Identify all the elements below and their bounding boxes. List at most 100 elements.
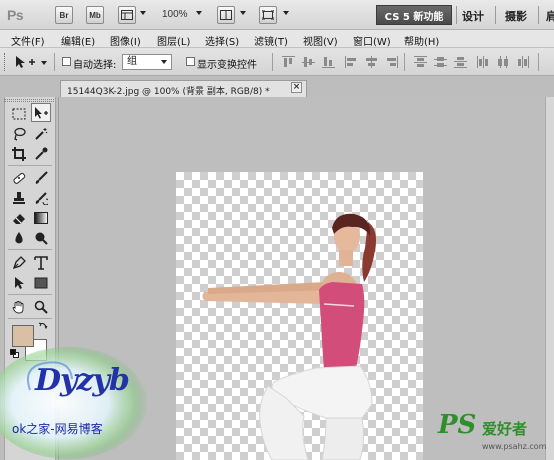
align-horizontal-centers-icon[interactable] (365, 56, 378, 68)
tools-divider (8, 318, 52, 319)
arrange-dropdown-icon[interactable] (240, 11, 246, 15)
move-icon (35, 106, 48, 118)
swap-colors-icon[interactable] (38, 321, 48, 334)
image-canvas[interactable] (176, 172, 423, 460)
distribute-top-edges-icon[interactable] (414, 56, 427, 68)
align-top-edges-icon[interactable] (282, 56, 295, 68)
align-left-edges-icon[interactable] (345, 56, 358, 68)
magic-wand-icon (35, 127, 48, 140)
menu-bar: 文件(F) 编辑(E) 图像(I) 图层(L) 选择(S) 滤镜(T) 视图(V… (0, 30, 554, 48)
screen-mode-button[interactable] (259, 6, 277, 24)
tool-preset-dropdown-icon[interactable] (41, 61, 47, 65)
launch-mini-bridge-button[interactable]: Mb (86, 6, 104, 24)
distribute-left-edges-icon[interactable] (477, 56, 490, 68)
workspace-photography[interactable]: 摄影 (505, 8, 527, 24)
distribute-bottom-edges-icon[interactable] (454, 56, 467, 68)
hand-icon (12, 300, 24, 313)
application-bar: Ps Br Mb 100% CS 5 新功能 设计 摄影 肩 (0, 0, 554, 30)
menu-layer[interactable]: 图层(L) (157, 33, 190, 48)
menu-select[interactable]: 选择(S) (205, 33, 239, 48)
view-extras-dropdown-icon[interactable] (140, 11, 146, 15)
screen-mode-dropdown-icon[interactable] (283, 11, 289, 15)
photoshop-logo: Ps (7, 7, 24, 23)
marquee-icon (12, 108, 26, 119)
menu-image[interactable]: 图像(I) (110, 33, 141, 48)
menu-file[interactable]: 文件(F) (11, 33, 45, 48)
menu-edit[interactable]: 编辑(E) (61, 33, 95, 48)
crop-icon (12, 146, 26, 161)
photo-woman-squatting (202, 213, 377, 460)
spot-healing-brush-tool[interactable] (9, 168, 29, 187)
dodge-icon (35, 232, 48, 245)
options-grip (4, 53, 6, 71)
menu-help[interactable]: 帮助(H) (404, 33, 439, 48)
type-tool[interactable] (31, 253, 51, 272)
pen-icon (12, 255, 26, 269)
options-divider (272, 53, 273, 71)
auto-select-label: 自动选择: (73, 60, 117, 71)
eyedropper-tool[interactable] (31, 144, 51, 163)
rectangle-tool[interactable] (31, 273, 51, 292)
rectangular-marquee-tool[interactable] (9, 104, 29, 123)
document-tab[interactable]: 15144Q3K-2.jpg @ 100% (背景 副本, RGB/8) * (60, 80, 307, 97)
path-selection-tool[interactable] (9, 273, 29, 292)
eraser-icon (13, 213, 25, 224)
blog-watermark-logo: Dyzyb (35, 363, 130, 398)
menu-view[interactable]: 视图(V) (303, 33, 338, 48)
menu-window[interactable]: 窗口(W) (353, 33, 391, 48)
bandage-icon (13, 172, 26, 184)
quick-selection-tool[interactable] (31, 124, 51, 143)
dropdown-arrow-icon (161, 60, 167, 64)
options-divider (404, 53, 405, 71)
move-tool-preset-icon[interactable] (13, 54, 37, 73)
brush-icon (35, 170, 48, 184)
auto-select-dropdown[interactable]: 组 (122, 54, 172, 70)
distribute-right-edges-icon[interactable] (517, 56, 530, 68)
distribute-horizontal-centers-icon[interactable] (497, 56, 510, 68)
workspace-divider (495, 6, 496, 24)
crop-tool[interactable] (9, 144, 29, 163)
water-drop-icon (15, 231, 23, 243)
workspace-cs5-new-features[interactable]: CS 5 新功能 (376, 5, 452, 25)
move-tool[interactable] (31, 103, 51, 122)
dodge-tool[interactable] (31, 228, 51, 247)
lasso-tool[interactable] (9, 124, 29, 143)
document-tab-title: 15144Q3K-2.jpg @ 100% (背景 副本, RGB/8) * (67, 87, 270, 97)
tools-divider (8, 294, 52, 295)
view-extras-button[interactable] (118, 6, 136, 24)
close-document-icon[interactable]: × (291, 82, 302, 93)
align-vertical-centers-icon[interactable] (302, 56, 315, 68)
brush-tool[interactable] (31, 168, 51, 187)
blog-watermark-text: ok之家-网易博客 (12, 422, 103, 436)
tools-divider (8, 249, 52, 250)
history-brush-tool[interactable] (31, 188, 51, 207)
launch-bridge-button[interactable]: Br (55, 6, 73, 24)
foreground-color-swatch[interactable] (12, 325, 34, 347)
zoom-level[interactable]: 100% (162, 9, 188, 20)
workspace-divider (538, 6, 539, 24)
align-bottom-edges-icon[interactable] (322, 56, 335, 68)
clone-stamp-tool[interactable] (9, 188, 29, 207)
history-brush-icon (35, 191, 48, 205)
distribute-vertical-centers-icon[interactable] (434, 56, 447, 68)
zoom-dropdown-icon[interactable] (196, 11, 202, 15)
gradient-tool[interactable] (31, 208, 51, 227)
arrange-documents-button[interactable] (217, 6, 235, 24)
options-divider (54, 53, 55, 71)
workspace-more[interactable]: 肩 (546, 8, 554, 24)
tools-panel-grip[interactable] (4, 99, 54, 102)
options-bar: 自动选择: 组 显示变换控件 (0, 48, 554, 76)
auto-select-checkbox[interactable] (62, 57, 71, 66)
tools-divider (8, 165, 52, 166)
pen-tool[interactable] (9, 253, 29, 272)
vertical-scrollbar[interactable] (545, 97, 554, 460)
workspace-design[interactable]: 设计 (462, 8, 484, 24)
menu-filter[interactable]: 滤镜(T) (254, 33, 288, 48)
align-right-edges-icon[interactable] (385, 56, 398, 68)
eraser-tool[interactable] (9, 208, 29, 227)
blur-tool[interactable] (9, 228, 29, 247)
show-transform-controls-checkbox[interactable] (186, 57, 195, 66)
view-extras-icon (121, 10, 133, 20)
hand-tool[interactable] (9, 297, 29, 316)
zoom-tool[interactable] (31, 297, 51, 316)
